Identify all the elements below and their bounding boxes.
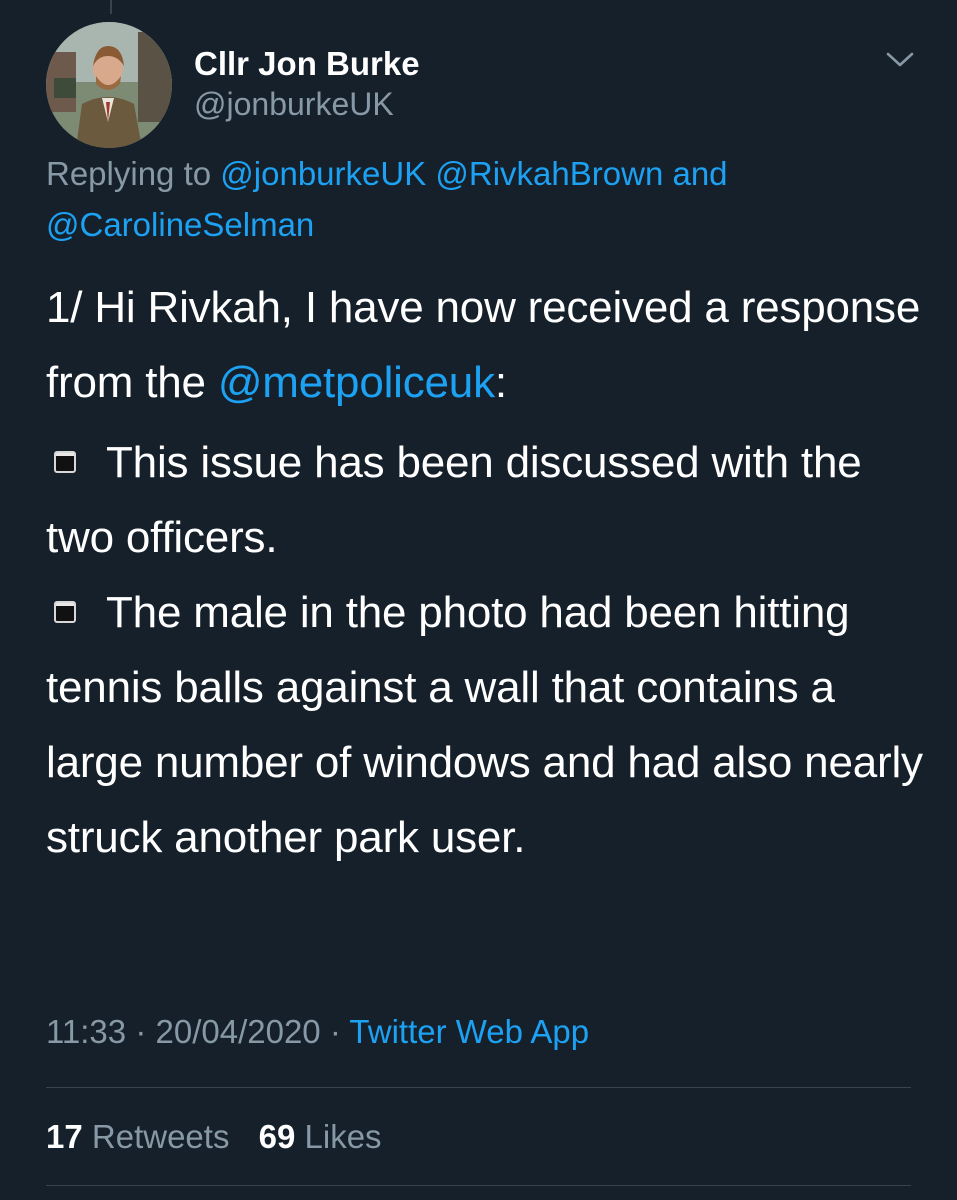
retweets-stat[interactable]: 17 Retweets xyxy=(46,1118,229,1155)
meta-separator: · xyxy=(135,1013,147,1050)
tweet-intro-colon: : xyxy=(494,358,507,407)
tweet-detail: Cllr Jon Burke @jonburkeUK Replying to @… xyxy=(0,0,957,1200)
author-display-name[interactable]: Cllr Jon Burke xyxy=(194,44,420,84)
chevron-down-icon[interactable] xyxy=(883,48,917,72)
tweet-bullet-1-text: This issue has been discussed with the t… xyxy=(46,438,862,562)
replying-to-line: Replying to @jonburkeUK @RivkahBrown and… xyxy=(46,148,916,250)
reply-mention-carolineselman[interactable]: @CarolineSelman xyxy=(46,206,314,243)
tweet-bullet-2: The male in the photo had been hitting t… xyxy=(46,575,926,875)
retweets-count: 17 xyxy=(46,1118,83,1155)
author-names: Cllr Jon Burke @jonburkeUK xyxy=(194,44,420,124)
thread-connector-line xyxy=(110,0,112,14)
bullet-square-icon xyxy=(54,601,76,623)
tweet-time[interactable]: 11:33 xyxy=(46,1013,126,1050)
tweet-intro: 1/ Hi Rivkah, I have now received a resp… xyxy=(46,270,926,420)
author-handle[interactable]: @jonburkeUK xyxy=(194,84,420,124)
likes-stat[interactable]: 69 Likes xyxy=(259,1118,382,1155)
replying-to-label: Replying to xyxy=(46,155,212,192)
reply-mention-and[interactable]: and xyxy=(672,155,727,192)
mention-metpoliceuk[interactable]: @metpoliceuk xyxy=(218,358,495,407)
tweet-header: Cllr Jon Burke @jonburkeUK xyxy=(46,22,921,148)
tweet-body: 1/ Hi Rivkah, I have now received a resp… xyxy=(46,270,926,875)
tweet-date[interactable]: 20/04/2020 xyxy=(155,1013,320,1050)
profile-photo-icon xyxy=(46,22,172,148)
bullet-square-icon xyxy=(54,451,76,473)
tweet-meta: 11:33 · 20/04/2020 · Twitter Web App xyxy=(46,1010,589,1054)
author-avatar[interactable] xyxy=(46,22,172,148)
tweet-stats: 17 Retweets 69 Likes xyxy=(46,1115,402,1159)
likes-label: Likes xyxy=(304,1118,382,1155)
divider xyxy=(46,1087,911,1088)
retweets-label: Retweets xyxy=(91,1118,230,1155)
tweet-bullet-2-text: The male in the photo had been hitting t… xyxy=(46,588,923,862)
tweet-bullet-1: This issue has been discussed with the t… xyxy=(46,425,926,575)
reply-mention-jonburkeuk[interactable]: @jonburkeUK xyxy=(220,155,426,192)
likes-count: 69 xyxy=(258,1118,296,1155)
tweet-source[interactable]: Twitter Web App xyxy=(349,1013,589,1050)
divider xyxy=(46,1185,911,1186)
meta-separator: · xyxy=(329,1013,341,1050)
reply-mention-rivkahbrown[interactable]: @RivkahBrown xyxy=(435,155,663,192)
